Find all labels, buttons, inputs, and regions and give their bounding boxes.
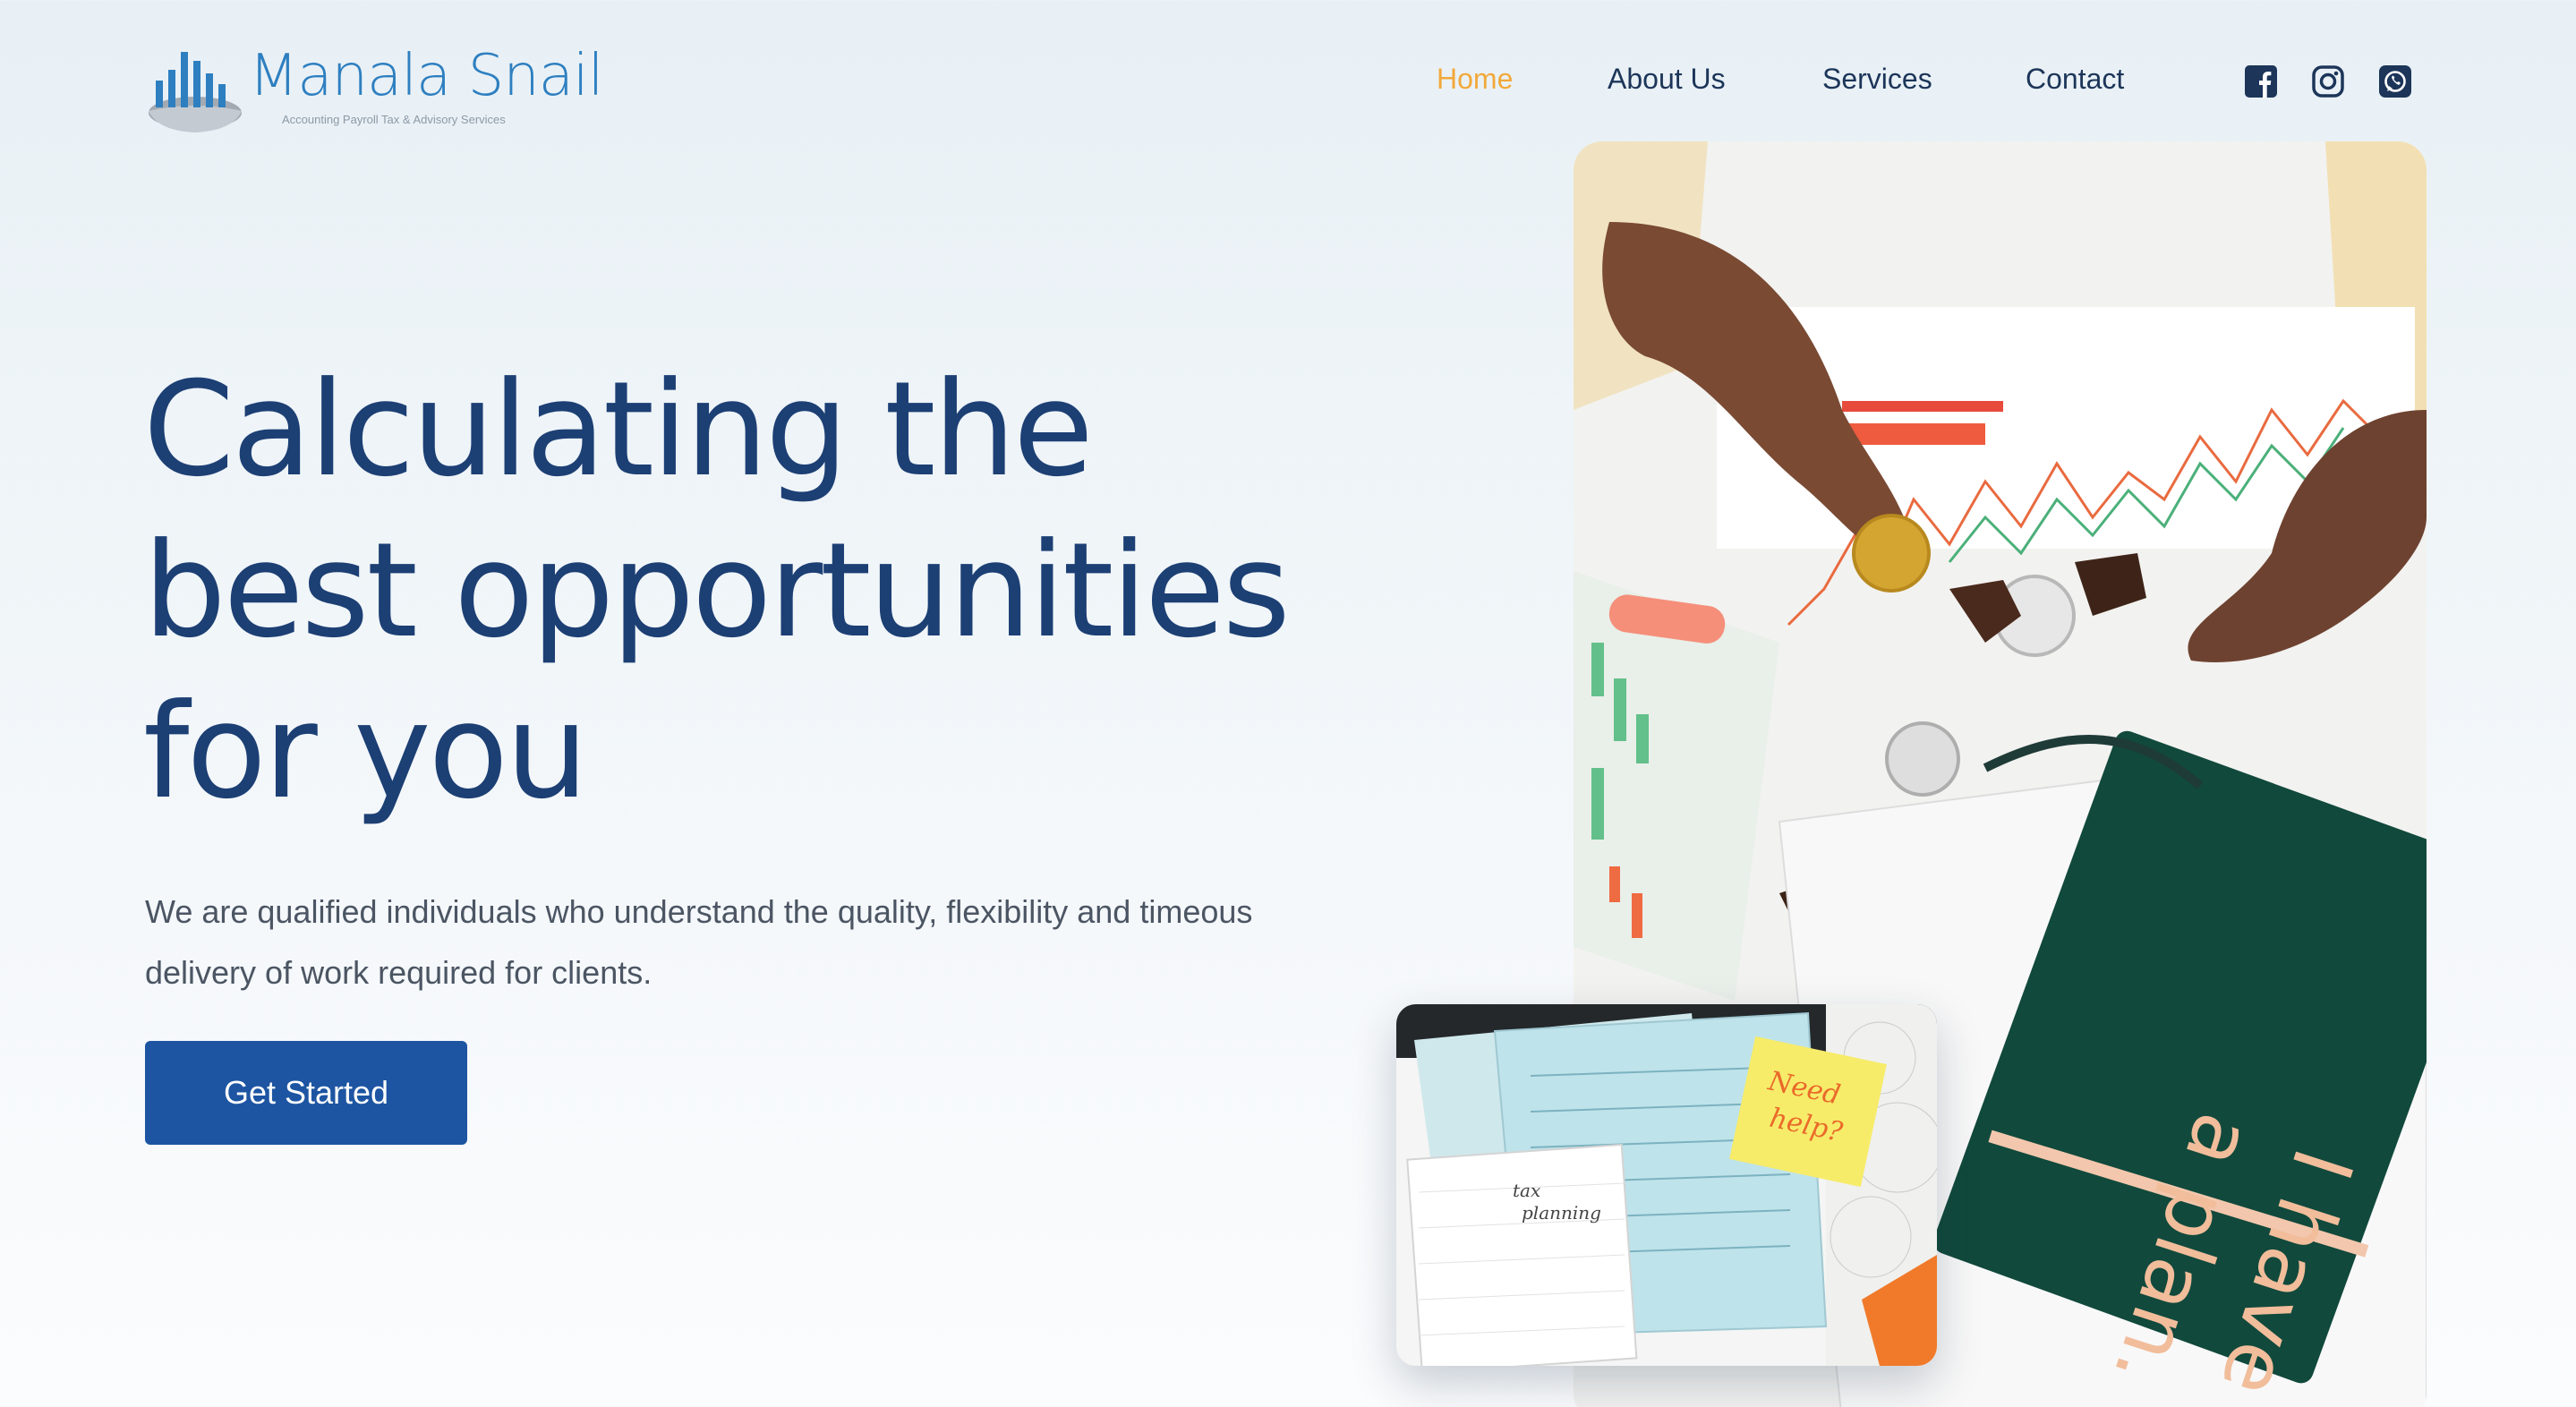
- brand-tagline: Accounting Payroll Tax & Advisory Servic…: [282, 113, 506, 126]
- hero-title-line-2: best opportunities: [143, 515, 1291, 667]
- hero-title-line-3: for you: [143, 676, 588, 828]
- brand-logo[interactable]: Manala Snail Accounting Payroll Tax & Ad…: [143, 39, 604, 138]
- nav-contact[interactable]: Contact: [2026, 63, 2124, 96]
- tax-forms-illustration: tax planning Need help?: [1396, 1004, 1937, 1366]
- get-started-button[interactable]: Get Started: [145, 1041, 467, 1145]
- hero-title-line-1: Calculating the: [143, 354, 1094, 506]
- instagram-icon[interactable]: [2311, 64, 2345, 98]
- notepad-text-line2: planning: [1522, 1202, 1601, 1224]
- hero-secondary-image: tax planning Need help?: [1396, 1004, 1937, 1366]
- hero-subtitle: We are qualified individuals who underst…: [145, 893, 1253, 991]
- logo-chart-icon: [149, 52, 242, 132]
- nav-about-us[interactable]: About Us: [1608, 63, 1726, 96]
- hero-title: Calculating the best opportunities for y…: [143, 349, 1396, 832]
- brand-name: Manala Snail: [249, 43, 604, 109]
- facebook-icon[interactable]: [2244, 64, 2278, 98]
- notepad-text-line1: tax: [1513, 1180, 1540, 1201]
- whatsapp-icon[interactable]: [2378, 64, 2412, 98]
- nav-home[interactable]: Home: [1437, 63, 1513, 96]
- nav-services[interactable]: Services: [1822, 63, 1932, 96]
